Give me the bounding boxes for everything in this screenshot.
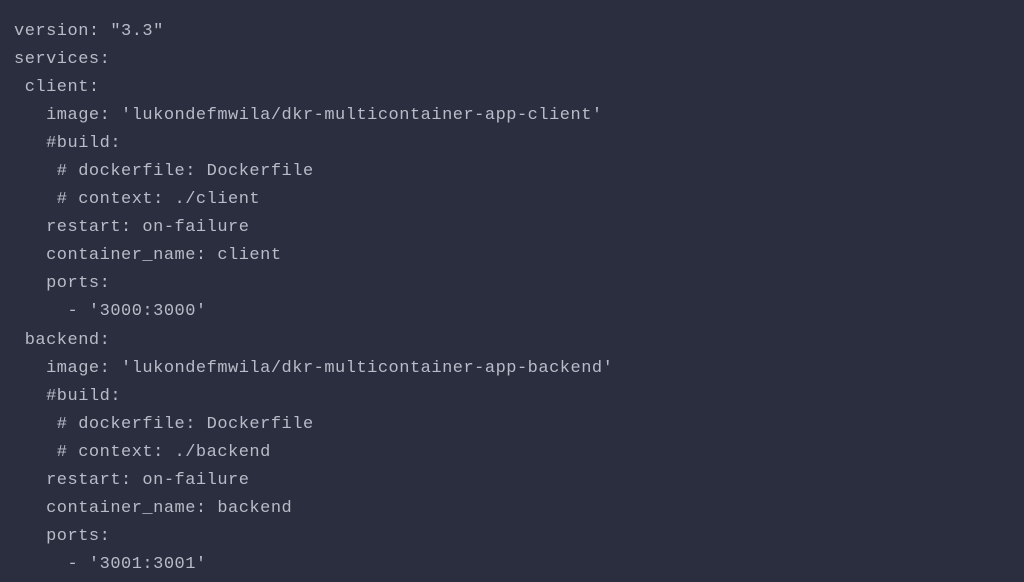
code-line: #build:: [14, 383, 1010, 411]
code-line: - '3001:3001': [14, 551, 1010, 579]
code-line: client:: [14, 74, 1010, 102]
code-line: image: 'lukondefmwila/dkr-multicontainer…: [14, 355, 1010, 383]
code-line: # context: ./client: [14, 186, 1010, 214]
code-line: ports:: [14, 270, 1010, 298]
code-line: # context: ./backend: [14, 439, 1010, 467]
code-line: services:: [14, 46, 1010, 74]
code-line: ports:: [14, 523, 1010, 551]
code-line: #build:: [14, 130, 1010, 158]
code-line: restart: on-failure: [14, 467, 1010, 495]
code-line: # dockerfile: Dockerfile: [14, 411, 1010, 439]
code-line: container_name: backend: [14, 495, 1010, 523]
code-line: container_name: client: [14, 242, 1010, 270]
code-line: restart: on-failure: [14, 214, 1010, 242]
code-line: version: "3.3": [14, 18, 1010, 46]
code-line: image: 'lukondefmwila/dkr-multicontainer…: [14, 102, 1010, 130]
code-line: backend:: [14, 327, 1010, 355]
code-line: # dockerfile: Dockerfile: [14, 158, 1010, 186]
code-line: - '3000:3000': [14, 298, 1010, 326]
code-block: version: "3.3" services: client: image: …: [14, 18, 1010, 579]
